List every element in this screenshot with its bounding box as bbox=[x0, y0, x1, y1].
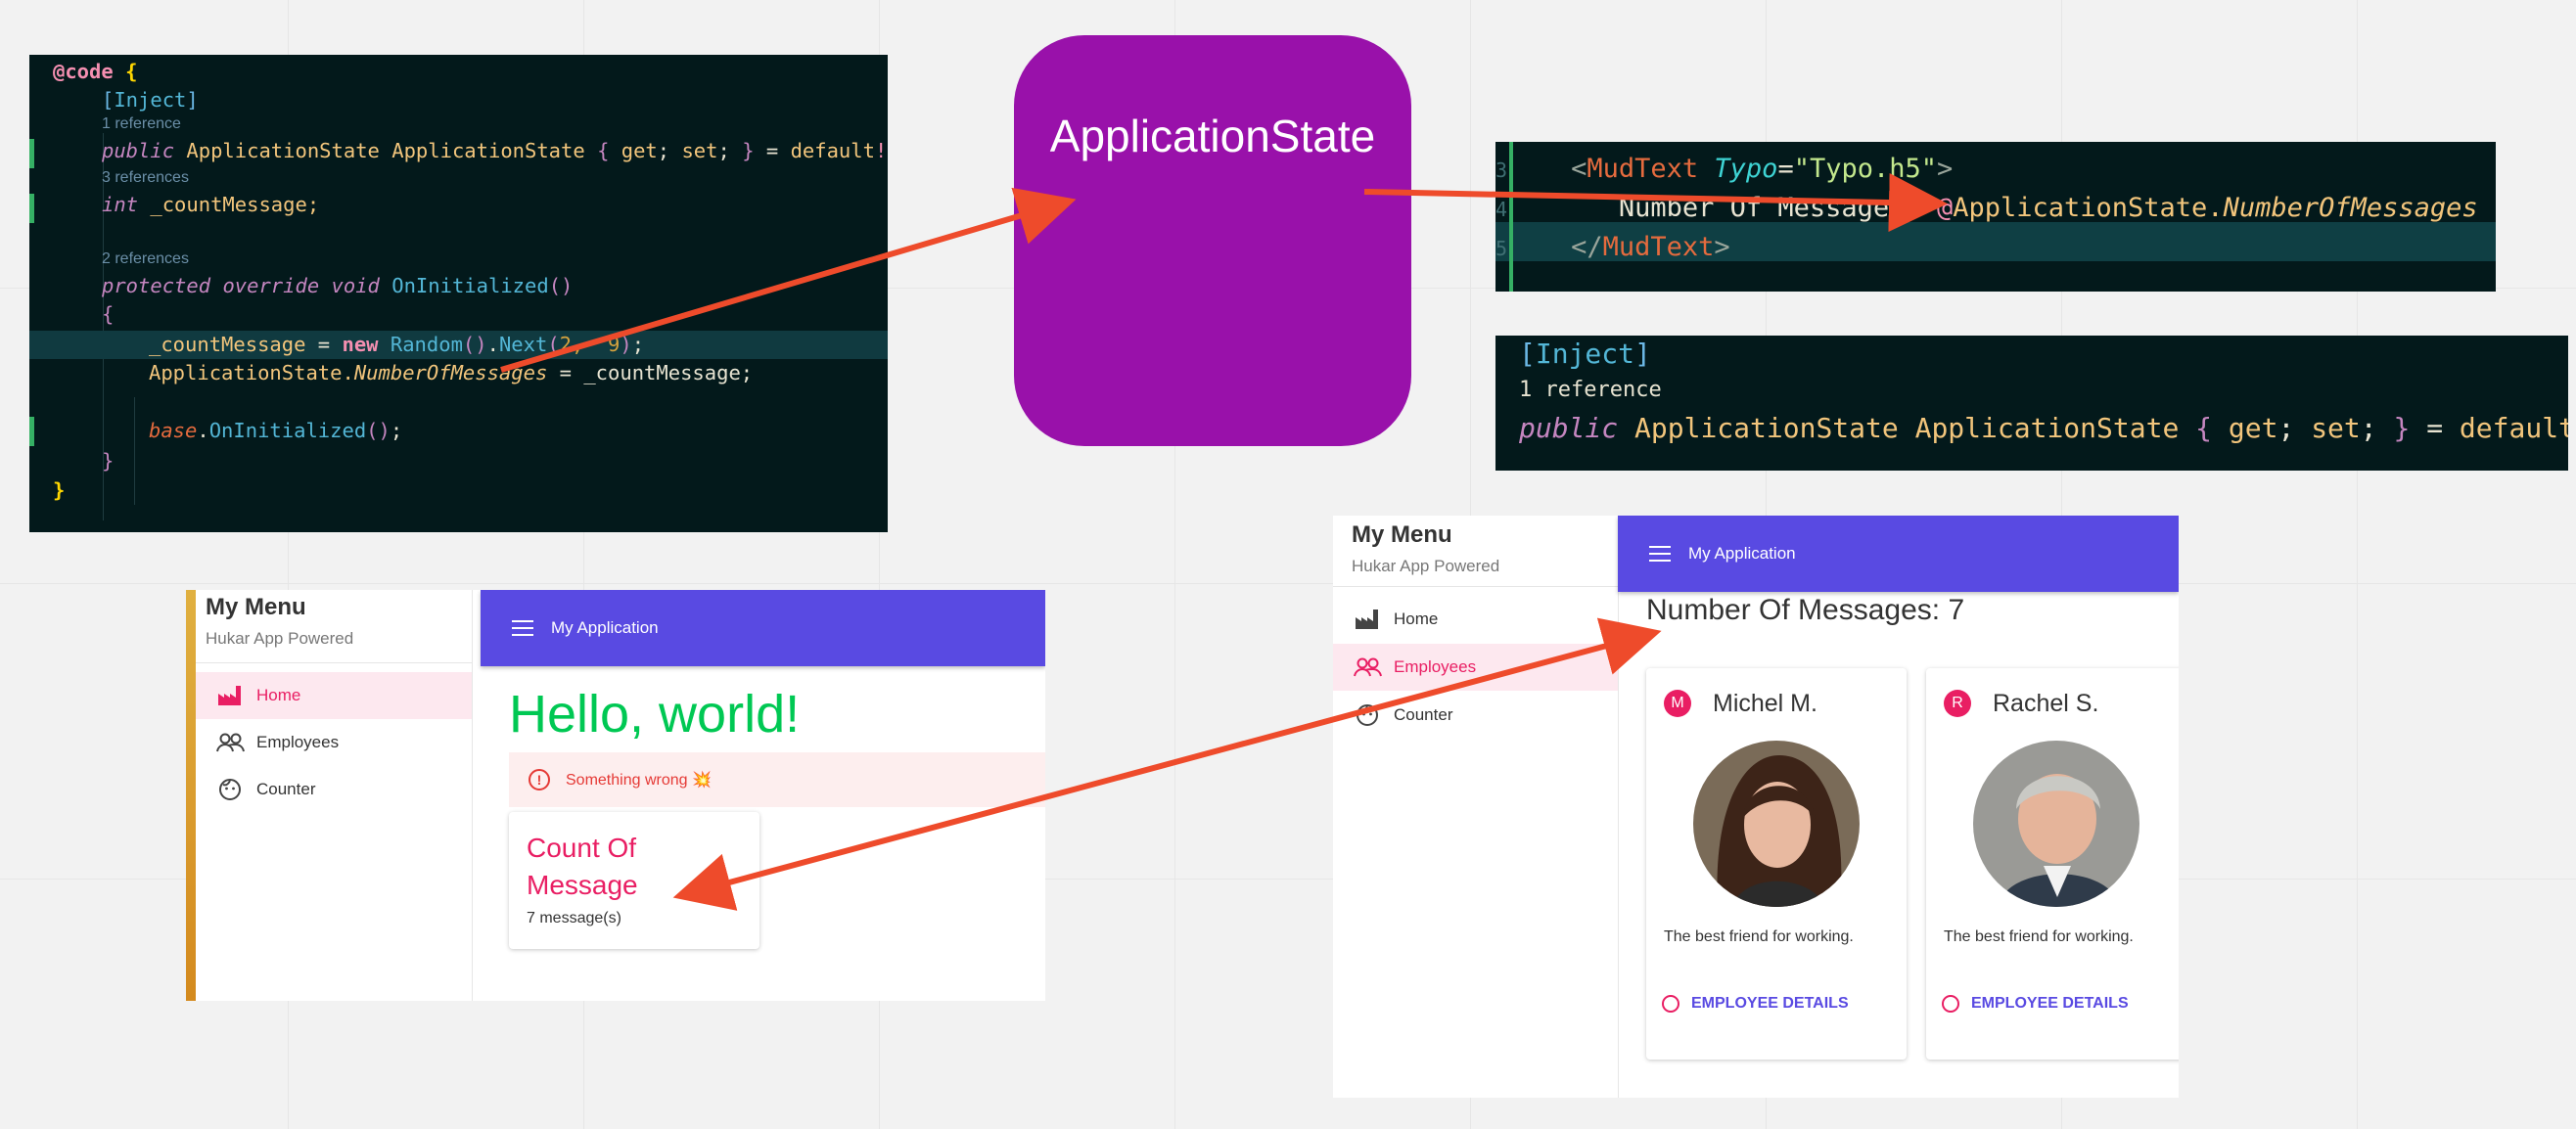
code-line: @code { bbox=[53, 60, 138, 83]
alert-text: Something wrong 💥 bbox=[566, 772, 712, 789]
code-line: int _countMessage; bbox=[102, 193, 320, 216]
employee-card: M Michel M. The best friend for working.… bbox=[1646, 668, 1907, 1060]
code-line: 5 </MudText> bbox=[1495, 232, 1730, 262]
menu-title: My Menu bbox=[1352, 521, 1452, 548]
nav-label: Home bbox=[1394, 610, 1439, 628]
nav-item-counter[interactable]: Counter bbox=[1333, 692, 1618, 739]
code-line: base.OnInitialized(); bbox=[149, 419, 403, 442]
nav-item-home[interactable]: Home bbox=[1333, 596, 1618, 643]
app-screenshot-home: My Menu Hukar App Powered Home Employees… bbox=[186, 590, 1045, 1001]
code-line: } bbox=[102, 449, 115, 473]
button-label: EMPLOYEE DETAILS bbox=[1971, 995, 2129, 1012]
avatar-initial: R bbox=[1944, 690, 1971, 717]
nav-item-employees[interactable]: Employees bbox=[1333, 644, 1618, 691]
people-icon bbox=[1351, 654, 1384, 681]
code-line: 4 Number Of Messages: @ApplicationState.… bbox=[1495, 193, 2478, 223]
menu-icon[interactable] bbox=[1649, 546, 1671, 562]
code-line: } bbox=[53, 478, 66, 502]
employee-card: R Rachel S. The best friend for working.… bbox=[1926, 668, 2179, 1060]
card-text: 7 message(s) bbox=[527, 910, 621, 926]
code-line: [Inject] bbox=[102, 88, 199, 112]
employee-details-button[interactable]: EMPLOYEE DETAILS bbox=[1662, 995, 1849, 1013]
application-state-label: ApplicationState bbox=[1049, 111, 1376, 161]
code-line: protected override void OnInitialized() bbox=[102, 274, 574, 297]
face-icon bbox=[213, 776, 247, 803]
nav-drawer: My Menu Hukar App Powered Home Employees… bbox=[1333, 516, 1619, 1098]
application-state-node: ApplicationState bbox=[1014, 35, 1411, 446]
avatar-initial: M bbox=[1664, 690, 1691, 717]
code-line: public ApplicationState ApplicationState… bbox=[102, 139, 888, 162]
reference-count[interactable]: 1 reference bbox=[29, 113, 888, 136]
employee-name: Michel M. bbox=[1713, 690, 1817, 717]
app-screenshot-employees: My Menu Hukar App Powered Home Employees… bbox=[1333, 516, 2179, 1098]
app-bar-title: My Application bbox=[1688, 544, 1796, 563]
page-heading: Hello, world! bbox=[509, 685, 801, 744]
code-editor-razor: 3 <MudText Typo="Typo.h5"> 4 Number Of M… bbox=[1495, 142, 2496, 292]
factory-icon bbox=[213, 682, 247, 709]
employee-details-button[interactable]: EMPLOYEE DETAILS bbox=[1942, 995, 2129, 1013]
nav-drawer: My Menu Hukar App Powered Home Employees… bbox=[196, 590, 473, 1001]
reference-count[interactable]: 2 references bbox=[29, 248, 888, 271]
face-icon bbox=[1662, 995, 1679, 1013]
employee-photo bbox=[1973, 741, 2139, 907]
code-line: 3 <MudText Typo="Typo.h5"> bbox=[1495, 154, 1954, 184]
reference-count[interactable]: 1 reference bbox=[1519, 373, 1662, 408]
factory-icon bbox=[1351, 606, 1384, 633]
employee-description: The best friend for working. bbox=[1664, 928, 1854, 945]
nav-item-home[interactable]: Home bbox=[196, 672, 472, 719]
people-icon bbox=[213, 729, 247, 756]
code-line-highlighted: _countMessage = new Random().Next(2, 9); bbox=[29, 331, 888, 359]
messages-heading: Number Of Messages: 7 bbox=[1646, 594, 1965, 626]
code-line: [Inject] bbox=[1519, 338, 1651, 370]
reference-count[interactable]: 3 references bbox=[29, 166, 888, 190]
code-line: { bbox=[102, 302, 115, 326]
nav-label: Counter bbox=[256, 780, 316, 798]
error-icon: ! bbox=[529, 769, 550, 790]
employee-photo bbox=[1693, 741, 1860, 907]
window-edge bbox=[186, 590, 196, 1001]
nav-item-counter[interactable]: Counter bbox=[196, 766, 472, 813]
count-card: Count Of Message 7 message(s) bbox=[509, 812, 759, 949]
nav-label: Employees bbox=[1394, 657, 1477, 676]
code-editor-component: @code { [Inject] 1 reference public Appl… bbox=[29, 55, 888, 532]
menu-subtitle: Hukar App Powered bbox=[1352, 557, 1500, 575]
divider bbox=[1333, 586, 1618, 587]
error-alert: ! Something wrong 💥 bbox=[509, 752, 1045, 807]
app-bar: My Application bbox=[1618, 516, 2179, 592]
divider bbox=[196, 662, 472, 663]
app-bar-title: My Application bbox=[551, 618, 659, 637]
nav-item-employees[interactable]: Employees bbox=[196, 719, 472, 766]
menu-icon[interactable] bbox=[512, 620, 533, 636]
card-title: Count Of Message bbox=[527, 833, 638, 900]
face-icon bbox=[1942, 995, 1959, 1013]
employee-description: The best friend for working. bbox=[1944, 928, 2134, 945]
code-editor-inject: [Inject] 1 reference public ApplicationS… bbox=[1495, 336, 2568, 471]
menu-title: My Menu bbox=[206, 594, 306, 620]
menu-subtitle: Hukar App Powered bbox=[206, 629, 354, 648]
employee-name: Rachel S. bbox=[1993, 690, 2099, 717]
nav-label: Employees bbox=[256, 733, 340, 751]
app-bar: My Application bbox=[481, 590, 1045, 666]
nav-label: Counter bbox=[1394, 705, 1453, 724]
nav-label: Home bbox=[256, 686, 301, 704]
code-line: public ApplicationState ApplicationState… bbox=[1519, 412, 2568, 444]
code-line: ApplicationState.NumberOfMessages = _cou… bbox=[149, 361, 754, 384]
face-icon bbox=[1351, 701, 1384, 729]
button-label: EMPLOYEE DETAILS bbox=[1691, 995, 1849, 1012]
